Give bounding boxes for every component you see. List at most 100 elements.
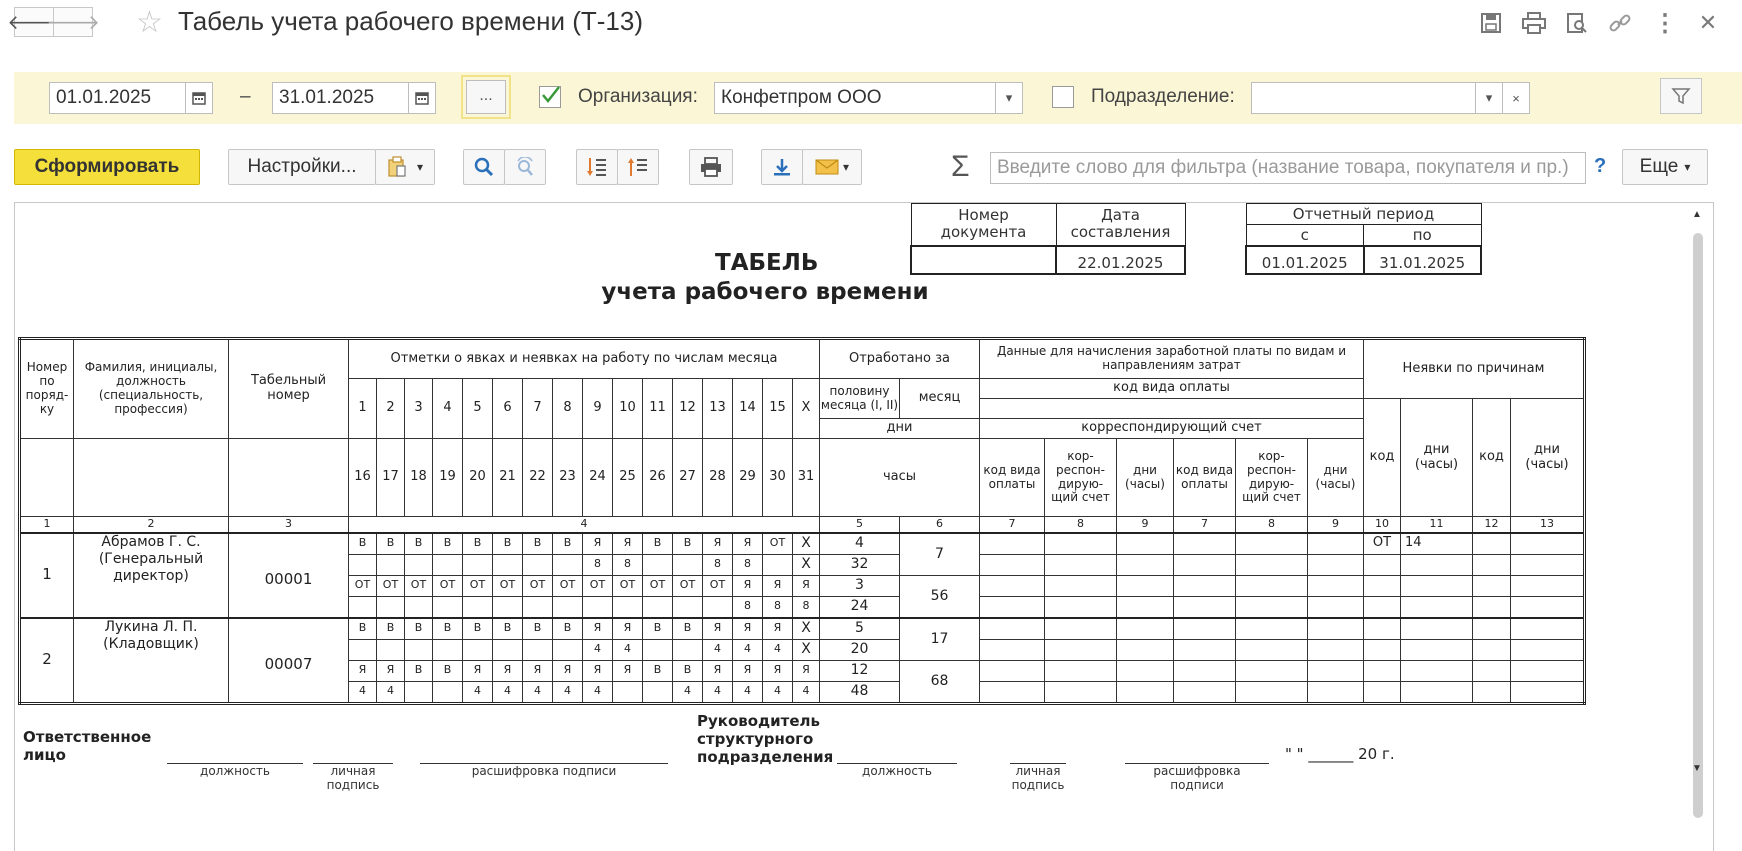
pay-cell bbox=[1307, 532, 1364, 555]
day-mark-cell bbox=[376, 553, 405, 576]
pay-cell bbox=[1044, 680, 1117, 704]
preview-icon[interactable] bbox=[1564, 10, 1590, 36]
month-value: 56 bbox=[899, 574, 980, 618]
period-to-label: по bbox=[1363, 224, 1482, 246]
scroll-thumb[interactable] bbox=[1693, 233, 1703, 818]
day-header-22: 22 bbox=[522, 438, 553, 517]
day-header-23: 23 bbox=[552, 438, 583, 517]
send-email-button[interactable]: ▾ bbox=[802, 149, 862, 185]
date-to-value: 31.01.2025 bbox=[279, 87, 375, 108]
absence-code-cell bbox=[1363, 595, 1401, 618]
day-mark-cell: Я bbox=[702, 532, 733, 555]
link-icon[interactable] bbox=[1607, 10, 1633, 36]
forward-button[interactable]: 🡒 bbox=[46, 7, 100, 37]
help-icon[interactable]: ? bbox=[1594, 155, 1606, 178]
pay-cell bbox=[979, 638, 1045, 661]
calendar-icon[interactable] bbox=[408, 83, 435, 113]
responsible-signature-line: личная подпись bbox=[313, 763, 393, 793]
department-checkbox[interactable] bbox=[1052, 86, 1074, 108]
col-tab-spacer bbox=[228, 438, 349, 517]
organization-field[interactable]: Конфетпром ООО ▾ bbox=[714, 82, 1023, 114]
export-button[interactable] bbox=[761, 149, 803, 185]
day-mark-cell: 4 bbox=[732, 680, 763, 704]
abs-days2-header: дни (часы) bbox=[1510, 398, 1585, 517]
half-month-value: 12 bbox=[819, 659, 900, 682]
more-button[interactable]: Еще ▾ bbox=[1622, 149, 1708, 185]
abs-days-header: дни (часы) bbox=[1400, 398, 1473, 517]
absence-code-cell bbox=[1363, 617, 1401, 640]
filter-button[interactable] bbox=[1660, 78, 1702, 114]
absence-days-cell bbox=[1400, 680, 1473, 704]
settings-button[interactable]: Настройки... bbox=[228, 149, 376, 185]
scroll-up-icon[interactable]: ▲ bbox=[1692, 209, 1702, 220]
variants-button[interactable]: ▾ bbox=[375, 149, 435, 185]
responsible-position-line: должность bbox=[167, 763, 303, 778]
table-row: 2 Лукина Л. П. (Кладовщик) 00007 В В В В В В В В Я Я… bbox=[19, 617, 1585, 704]
find-button[interactable] bbox=[463, 149, 505, 185]
month-value: 68 bbox=[899, 659, 980, 704]
month-header: месяц bbox=[899, 378, 980, 419]
filter-icon bbox=[1671, 88, 1691, 105]
more-vertical-icon[interactable]: ⋮ bbox=[1652, 10, 1678, 37]
day-header-20: 20 bbox=[462, 438, 493, 517]
day-header-3: 3 bbox=[404, 378, 433, 439]
vertical-scrollbar[interactable]: ▲ ▼ bbox=[1685, 203, 1713, 851]
day-mark-cell: 4 bbox=[462, 680, 493, 704]
day-mark-cell: Я bbox=[612, 617, 643, 640]
day-mark-cell: 4 bbox=[348, 680, 377, 704]
day-mark-cell: X bbox=[792, 617, 820, 640]
day-mark-cell: ОТ bbox=[612, 574, 643, 597]
absence-days-cell bbox=[1400, 595, 1473, 618]
day-mark-cell: Я bbox=[792, 574, 820, 597]
day-mark-cell: ОТ bbox=[404, 574, 433, 597]
scroll-down-icon[interactable]: ▼ bbox=[1692, 763, 1702, 774]
date-to-field[interactable]: 31.01.2025 bbox=[272, 82, 436, 114]
half-month-value: 5 bbox=[819, 617, 900, 640]
day-mark-cell: Я bbox=[612, 532, 643, 555]
generate-button[interactable]: Сформировать bbox=[14, 149, 200, 185]
favorite-star-icon[interactable]: ☆ bbox=[136, 5, 163, 40]
day-mark-cell: В bbox=[522, 617, 553, 640]
day-mark-cell bbox=[522, 638, 553, 661]
absence-days2-cell bbox=[1510, 553, 1585, 576]
days-header: дни bbox=[819, 418, 980, 439]
day-mark-cell: В bbox=[492, 532, 523, 555]
pay-sub-header-4: код вида оплаты bbox=[1173, 438, 1236, 517]
report-filter-input[interactable]: Введите слово для фильтра (название това… bbox=[990, 152, 1586, 184]
date-from-field[interactable]: 01.01.2025 bbox=[49, 82, 213, 114]
absence-code-cell bbox=[1363, 574, 1401, 597]
save-icon[interactable] bbox=[1478, 10, 1504, 36]
close-icon[interactable]: ✕ bbox=[1695, 10, 1721, 36]
day-mark-cell: ОТ bbox=[522, 574, 553, 597]
print-icon[interactable] bbox=[1521, 10, 1547, 36]
day-mark-cell bbox=[432, 595, 463, 618]
day-mark-cell: В bbox=[642, 532, 673, 555]
absence-code2-cell bbox=[1472, 532, 1511, 555]
day-mark-cell: В bbox=[376, 532, 405, 555]
sigma-icon[interactable]: Σ bbox=[951, 150, 970, 184]
day-header-29: 29 bbox=[732, 438, 763, 517]
dropdown-arrow-icon[interactable]: ▾ bbox=[995, 83, 1022, 113]
calendar-icon[interactable] bbox=[185, 83, 212, 113]
collapse-groups-button[interactable] bbox=[576, 149, 618, 185]
day-mark-cell: Я bbox=[702, 659, 733, 682]
col-fio-spacer bbox=[73, 438, 229, 517]
organization-checkbox[interactable] bbox=[539, 86, 561, 108]
expand-groups-button[interactable] bbox=[617, 149, 659, 185]
pay-cell bbox=[979, 553, 1045, 576]
pay-cell bbox=[1116, 553, 1174, 576]
day-mark-cell bbox=[702, 595, 733, 618]
print-button[interactable] bbox=[689, 149, 733, 185]
department-field[interactable]: ▾ × bbox=[1251, 82, 1530, 114]
dropdown-arrow-icon[interactable]: ▾ bbox=[1475, 83, 1503, 113]
clear-icon[interactable]: × bbox=[1502, 83, 1529, 113]
day-mark-cell bbox=[552, 638, 583, 661]
day-mark-cell: В bbox=[348, 532, 377, 555]
day-mark-cell: 8 bbox=[702, 553, 733, 576]
col-fio-header-text: Фамилия, инициалы, должность (специально… bbox=[84, 360, 218, 416]
find-next-button[interactable] bbox=[504, 149, 546, 185]
day-header-27: 27 bbox=[672, 438, 703, 517]
day-mark-cell: ОТ bbox=[642, 574, 673, 597]
period-select-button[interactable]: ... bbox=[461, 75, 511, 119]
day-mark-cell: В bbox=[552, 532, 583, 555]
